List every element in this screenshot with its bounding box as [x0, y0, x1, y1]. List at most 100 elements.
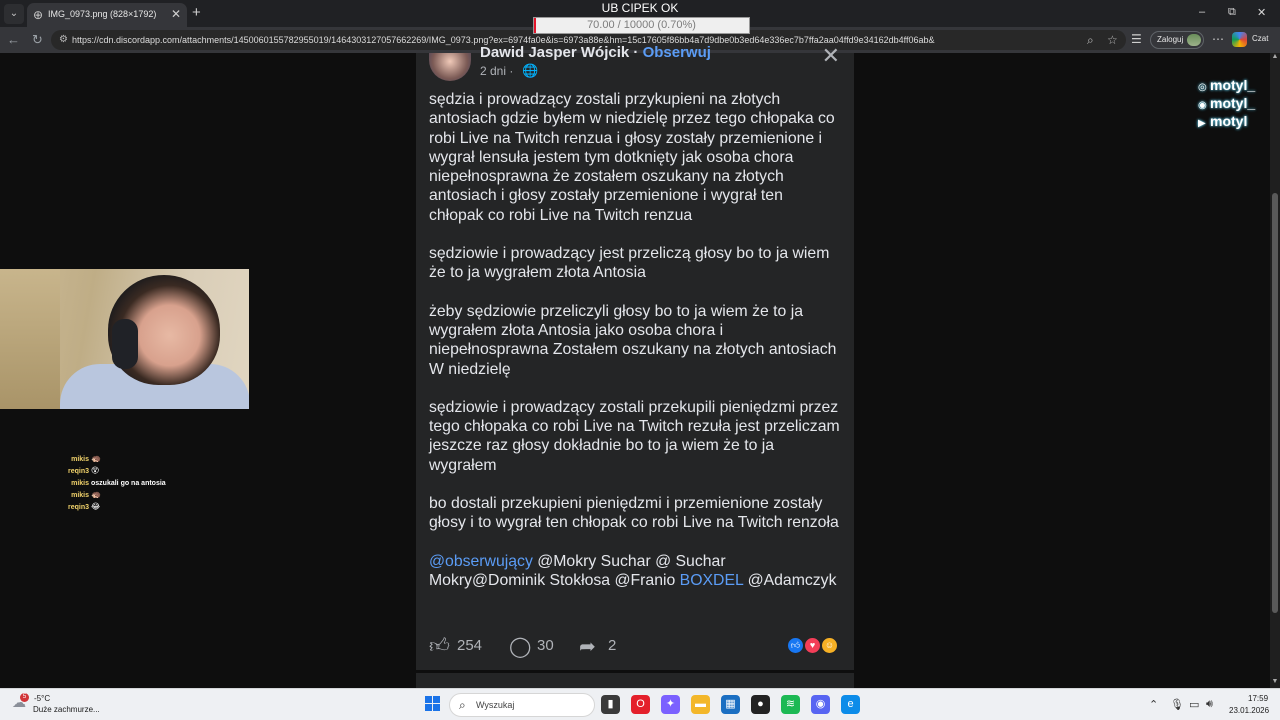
author-name[interactable]: Dawid Jasper Wójcik [480, 44, 629, 61]
social-handle: ◎ motyl_ [1198, 77, 1272, 95]
close-icon[interactable]: ✕ [171, 7, 181, 21]
chat-message: mikis oszukali go na antosia [63, 478, 263, 490]
close-icon[interactable]: ✕ [822, 43, 840, 69]
minimize-button[interactable]: – [1199, 6, 1205, 18]
star-icon[interactable]: ☆ [1107, 33, 1118, 47]
windows-start-icon[interactable] [425, 696, 441, 712]
reactions-summary[interactable]: 👍︎ ♥ ☺ [787, 637, 841, 655]
post-paragraph: żeby sędziowie przeliczyli głosy bo to j… [429, 302, 837, 378]
goal-progress-bar: 70.00 / 10000 (0.70%) [533, 17, 750, 34]
back-icon[interactable]: ← [7, 32, 20, 47]
post-paragraph: sędziowie i prowadzący zostali przekupil… [429, 398, 840, 474]
copilot-chat-button[interactable]: Czat [1232, 31, 1276, 49]
youtube-icon: ▶ [1198, 118, 1206, 129]
globe-icon: ⊕ [33, 8, 44, 22]
post-time[interactable]: 2 dni · [480, 64, 513, 78]
clock-time[interactable]: 17:59 [1248, 694, 1268, 703]
comment-icon: ◯ [509, 636, 532, 658]
discord-icon: ◉ [1198, 100, 1207, 111]
stream-chat: mikis 🦔 reqin3 😵 mikis oszukali go na antos… [63, 454, 263, 514]
taskbar-search[interactable]: ⌕ Wyszukaj [449, 693, 595, 717]
page-viewport: Dawid Jasper Wójcik · Obserwuj 2 dni · 🌐… [0, 43, 1280, 688]
scroll-up-icon[interactable]: ▲ [1270, 53, 1280, 63]
chat-username: mikis [71, 480, 89, 487]
start-pane [433, 704, 440, 711]
close-window-button[interactable]: ✕ [1257, 6, 1266, 19]
chat-username: mikis [71, 492, 89, 499]
mention-boxdel[interactable]: BOXDEL [680, 572, 744, 589]
chat-text: oszukali go na antosia [91, 480, 166, 487]
tags-text-end: @Adamczyk [743, 571, 837, 589]
file-explorer-app[interactable]: ▮ [601, 695, 620, 714]
social-handle: ▶ motyl [1198, 113, 1272, 131]
volume-icon[interactable]: 🔊︎ [1206, 698, 1213, 711]
profile-avatar [1187, 34, 1201, 46]
copilot-icon [1232, 32, 1247, 47]
facebook-post: Dawid Jasper Wójcik · Obserwuj 2 dni · 🌐… [416, 43, 854, 670]
emote-icon: 🦔 [91, 454, 101, 463]
start-pane [425, 696, 432, 703]
emote-icon: 😂 [91, 502, 101, 511]
chevron-up-icon[interactable]: ⌃ [1149, 698, 1158, 711]
weather-badge: 5 [20, 693, 29, 702]
handle-text: motyl [1210, 113, 1248, 129]
weather-temperature[interactable]: -5°C [34, 694, 50, 703]
scroll-thumb[interactable] [1272, 193, 1278, 613]
post-paragraph: sędzia i prowadzący zostali przykupieni … [429, 91, 835, 224]
emote-icon: 😵 [91, 466, 100, 475]
like-reaction-icon: 👍︎ [787, 637, 804, 654]
post-paragraph: sędziowie i prowadzący jest przeliczą gł… [429, 245, 830, 282]
chevron-down-icon[interactable]: ⌄ [4, 4, 24, 24]
more-icon[interactable]: ⋯ [1212, 32, 1224, 46]
copilot-app[interactable]: ✦ [661, 695, 680, 714]
tab-title: IMG_0973.png (828×1792) [48, 9, 157, 19]
post-header: Dawid Jasper Wójcik · Obserwuj [480, 44, 711, 61]
author-avatar[interactable] [429, 53, 471, 81]
like-count: 254 [457, 637, 483, 654]
login-button[interactable]: Zaloguj [1150, 31, 1204, 49]
obs-app[interactable]: ● [751, 695, 770, 714]
love-reaction-icon: ♥ [804, 637, 821, 654]
clock-date[interactable]: 23.01.2026 [1229, 706, 1269, 715]
follow-link[interactable]: Obserwuj [643, 44, 711, 61]
reload-icon[interactable]: ↻ [32, 32, 43, 48]
instagram-icon: ◎ [1198, 82, 1207, 93]
social-handles: ◎ motyl_ ◉ motyl_ ▶ motyl [1198, 77, 1272, 131]
favorites-icon[interactable]: ☰ [1131, 32, 1142, 46]
globe-icon: 🌐 [522, 63, 539, 78]
maximize-button[interactable]: ⧉ [1228, 6, 1236, 19]
edge-app[interactable]: e [841, 695, 860, 714]
network-icon[interactable]: ▭ [1189, 698, 1199, 711]
microphone-icon[interactable]: 🎙︎ [1170, 698, 1184, 711]
page-scrollbar[interactable]: ▲ ▼ [1270, 53, 1280, 688]
windows-taskbar: ☁ 5 -5°C Duże zachmurze... ⌕ Wyszukaj ▮ O… [0, 688, 1280, 720]
post-paragraph: bo dostali przekupieni pieniędzmi i prze… [429, 495, 839, 532]
handle-text: motyl_ [1210, 77, 1256, 93]
handle-text: motyl_ [1210, 95, 1256, 111]
mention-followers[interactable]: @obserwujący [429, 553, 533, 570]
scroll-down-icon[interactable]: ▼ [1270, 678, 1280, 688]
next-post-edge [416, 673, 854, 688]
site-info-icon[interactable]: ⚙ [59, 34, 68, 45]
webcam-background [0, 269, 60, 409]
zoom-icon[interactable]: ⌕ [1087, 33, 1094, 48]
comment-count: 30 [537, 637, 554, 654]
weather-description[interactable]: Duże zachmurze... [33, 705, 100, 714]
thumbs-up-icon: 👍︎ [429, 635, 450, 657]
new-tab-button[interactable]: + [192, 4, 201, 21]
goal-title: UB CIPEK OK [601, 1, 679, 15]
spotify-app[interactable]: ≋ [781, 695, 800, 714]
chat-message: mikis 🦔 [63, 454, 263, 466]
headphones-icon [112, 319, 138, 369]
screen: ⌄ ⊕ IMG_0973.png (828×1792) ✕ + – ⧉ ✕ ← … [0, 0, 1280, 720]
browser-tab[interactable]: ⊕ IMG_0973.png (828×1792) ✕ [27, 3, 187, 27]
webcam-feed [0, 269, 249, 409]
chat-username: reqin3 [67, 504, 89, 511]
discord-app[interactable]: ◉ [811, 695, 830, 714]
folder-app[interactable]: ▬ [691, 695, 710, 714]
login-label: Zaloguj [1157, 35, 1184, 44]
opera-app[interactable]: O [631, 695, 650, 714]
chat-username: mikis [71, 456, 89, 463]
store-app[interactable]: ▦ [721, 695, 740, 714]
start-pane [433, 696, 440, 703]
